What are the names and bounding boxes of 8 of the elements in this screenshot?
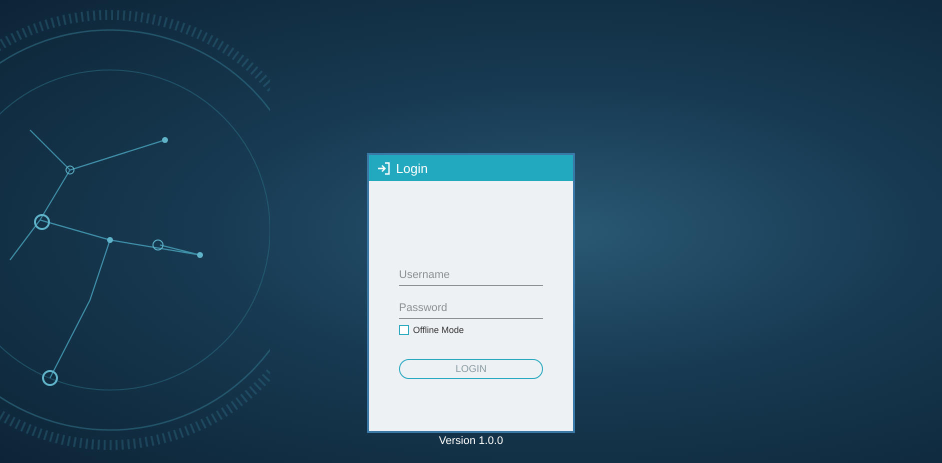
offline-mode-checkbox[interactable] [399,325,409,335]
login-button[interactable]: LOGIN [399,359,543,379]
version-text: Version 1.0.0 [438,435,504,447]
offline-mode-label: Offline Mode [413,325,464,335]
dialog-title: Login [396,160,428,176]
username-field[interactable]: Username [399,267,543,286]
login-arrow-icon [377,162,391,174]
password-field[interactable]: Password [399,300,543,319]
